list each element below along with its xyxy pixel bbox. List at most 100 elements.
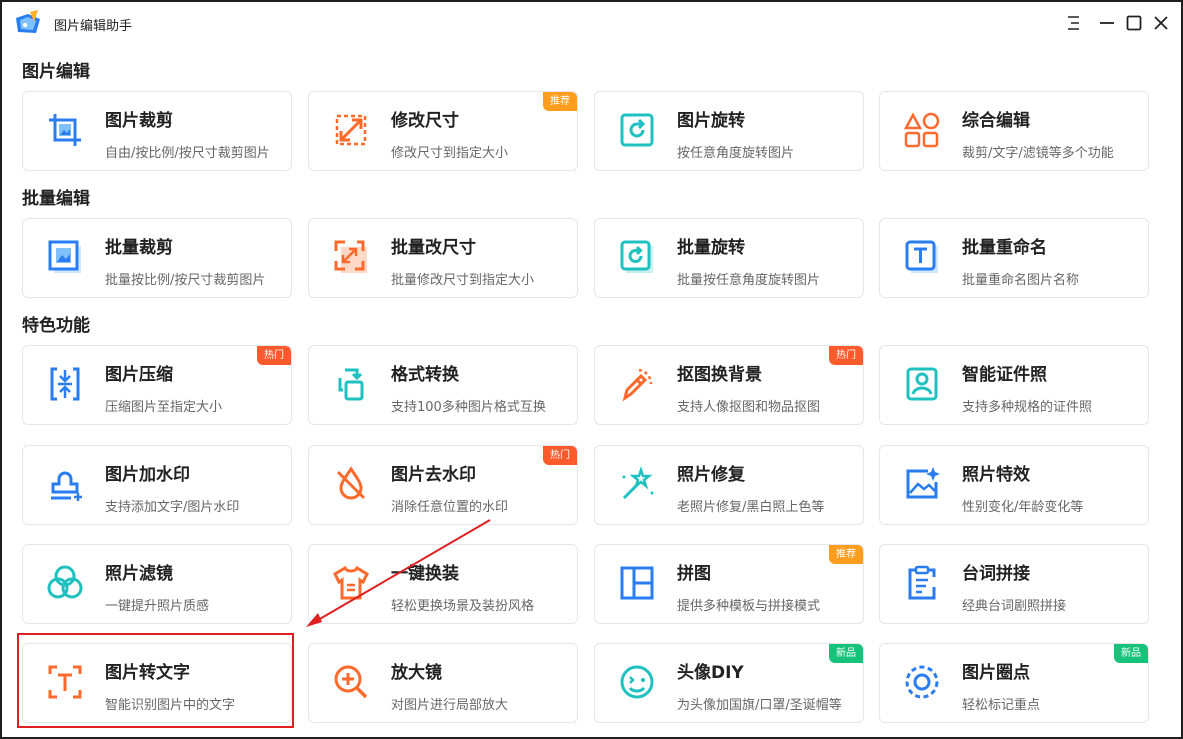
- card-photo-filter[interactable]: 照片滤镜 一键提升照片质感: [22, 544, 292, 624]
- card-desc: 消除任意位置的水印: [391, 500, 509, 515]
- batch-rotate-icon: [617, 237, 657, 277]
- card-desc: 支持添加文字/图片水印: [105, 500, 240, 515]
- magnifier-icon: [331, 662, 371, 702]
- maximize-icon[interactable]: [1123, 12, 1145, 34]
- card-outfit-change[interactable]: 一键换装 轻松更换场景及装扮风格: [308, 544, 578, 624]
- badge-new: 新品: [1114, 644, 1148, 663]
- crop-icon: [45, 110, 85, 150]
- badge-new: 新品: [829, 644, 863, 663]
- card-photo-restore[interactable]: 照片修复 老照片修复/黑白照上色等: [594, 445, 864, 525]
- minimize-icon[interactable]: [1096, 12, 1118, 34]
- menu-icon[interactable]: [1063, 12, 1085, 34]
- card-title: 图片转文字: [105, 663, 190, 683]
- tshirt-icon: [331, 563, 371, 603]
- card-title: 批量改尺寸: [391, 238, 476, 258]
- badge-hot: 热门: [257, 346, 291, 365]
- card-desc: 批量修改尺寸到指定大小: [391, 273, 535, 288]
- card-batch-rename[interactable]: 批量重命名 批量重命名图片名称: [879, 218, 1149, 298]
- card-batch-resize[interactable]: 批量改尺寸 批量修改尺寸到指定大小: [308, 218, 578, 298]
- dashed-circle-icon: [902, 662, 942, 702]
- card-title: 照片滤镜: [105, 564, 173, 584]
- card-desc: 支持多种规格的证件照: [962, 400, 1093, 415]
- card-title: 照片修复: [677, 465, 745, 485]
- card-resize[interactable]: 修改尺寸 修改尺寸到指定大小 推荐: [308, 91, 578, 171]
- card-rotate[interactable]: 图片旋转 按任意角度旋转图片: [594, 91, 864, 171]
- app-logo-icon: [14, 10, 42, 36]
- card-magnifier[interactable]: 放大镜 对图片进行局部放大: [308, 643, 578, 723]
- card-title: 图片加水印: [105, 465, 190, 485]
- card-id-photo[interactable]: 智能证件照 支持多种规格的证件照: [879, 345, 1149, 425]
- shapes-icon: [902, 110, 942, 150]
- card-desc: 提供多种模板与拼接模式: [677, 599, 821, 614]
- card-title: 综合编辑: [962, 111, 1030, 131]
- image-sparkle-icon: [902, 464, 942, 504]
- card-title: 图片压缩: [105, 365, 173, 385]
- card-desc: 轻松标记重点: [962, 698, 1041, 713]
- resize-icon: [331, 110, 371, 150]
- card-all-in-one-edit[interactable]: 综合编辑 裁剪/文字/滤镜等多个功能: [879, 91, 1149, 171]
- card-desc: 性别变化/年龄变化等: [962, 500, 1084, 515]
- card-title: 头像DIY: [677, 663, 744, 683]
- card-desc: 支持100多种图片格式互换: [391, 400, 546, 415]
- card-image-annotate[interactable]: 图片圈点 轻松标记重点 新品: [879, 643, 1149, 723]
- card-desc: 修改尺寸到指定大小: [391, 146, 509, 161]
- badge-hot: 热门: [543, 446, 577, 465]
- card-title: 批量重命名: [962, 238, 1047, 258]
- card-remove-watermark[interactable]: 图片去水印 消除任意位置的水印 热门: [308, 445, 578, 525]
- badge-recommend: 推荐: [543, 92, 577, 111]
- clipboard-icon: [902, 563, 942, 603]
- magic-wand-icon: [617, 464, 657, 504]
- rotate-icon: [617, 110, 657, 150]
- card-desc: 一键提升照片质感: [105, 599, 210, 614]
- card-title: 拼图: [677, 564, 711, 584]
- card-batch-rotate[interactable]: 批量旋转 批量按任意角度旋转图片: [594, 218, 864, 298]
- card-add-watermark[interactable]: 图片加水印 支持添加文字/图片水印: [22, 445, 292, 525]
- badge-recommend: 推荐: [829, 545, 863, 564]
- section-title-features: 特色功能: [22, 316, 90, 336]
- card-desc: 轻松更换场景及装扮风格: [391, 599, 535, 614]
- card-title: 一键换装: [391, 564, 459, 584]
- batch-rename-icon: [902, 237, 942, 277]
- card-desc: 按任意角度旋转图片: [677, 146, 795, 161]
- card-lines-stitch[interactable]: 台词拼接 经典台词剧照拼接: [879, 544, 1149, 624]
- card-desc: 老照片修复/黑白照上色等: [677, 500, 825, 515]
- card-desc: 支持人像抠图和物品抠图: [677, 400, 821, 415]
- card-collage[interactable]: 拼图 提供多种模板与拼接模式 推荐: [594, 544, 864, 624]
- batch-resize-icon: [331, 237, 371, 277]
- cutout-pen-icon: [617, 364, 657, 404]
- card-format-convert[interactable]: 格式转换 支持100多种图片格式互换: [308, 345, 578, 425]
- no-drop-icon: [331, 464, 371, 504]
- card-desc: 智能识别图片中的文字: [105, 698, 236, 713]
- card-title: 放大镜: [391, 663, 442, 683]
- card-desc: 批量重命名图片名称: [962, 273, 1080, 288]
- card-title: 智能证件照: [962, 365, 1047, 385]
- card-title: 批量裁剪: [105, 238, 173, 258]
- compress-icon: [45, 364, 85, 404]
- badge-hot: 热门: [829, 346, 863, 365]
- id-photo-icon: [902, 364, 942, 404]
- card-title: 修改尺寸: [391, 111, 459, 131]
- card-batch-crop[interactable]: 批量裁剪 批量按比例/按尺寸裁剪图片: [22, 218, 292, 298]
- card-avatar-diy[interactable]: 头像DIY 为头像加国旗/口罩/圣诞帽等 新品: [594, 643, 864, 723]
- card-desc: 对图片进行局部放大: [391, 698, 509, 713]
- card-desc: 压缩图片至指定大小: [105, 400, 223, 415]
- card-title: 图片去水印: [391, 465, 476, 485]
- card-title: 图片圈点: [962, 663, 1030, 683]
- card-image-crop[interactable]: 图片裁剪 自由/按比例/按尺寸裁剪图片: [22, 91, 292, 171]
- ocr-text-icon: [45, 662, 85, 702]
- close-icon[interactable]: [1150, 12, 1172, 34]
- card-desc: 为头像加国旗/口罩/圣诞帽等: [677, 698, 842, 713]
- card-photo-effects[interactable]: 照片特效 性别变化/年龄变化等: [879, 445, 1149, 525]
- card-desc: 裁剪/文字/滤镜等多个功能: [962, 146, 1114, 161]
- smiley-icon: [617, 662, 657, 702]
- title-bar: 图片编辑助手: [2, 2, 1181, 44]
- collage-icon: [617, 563, 657, 603]
- filter-circles-icon: [45, 563, 85, 603]
- card-title: 图片旋转: [677, 111, 745, 131]
- card-cutout-background[interactable]: 抠图换背景 支持人像抠图和物品抠图 热门: [594, 345, 864, 425]
- card-desc: 批量按比例/按尺寸裁剪图片: [105, 273, 266, 288]
- card-compress[interactable]: 图片压缩 压缩图片至指定大小 热门: [22, 345, 292, 425]
- section-title-batch-edit: 批量编辑: [22, 189, 90, 209]
- card-image-to-text[interactable]: 图片转文字 智能识别图片中的文字: [22, 643, 292, 723]
- card-desc: 自由/按比例/按尺寸裁剪图片: [105, 146, 270, 161]
